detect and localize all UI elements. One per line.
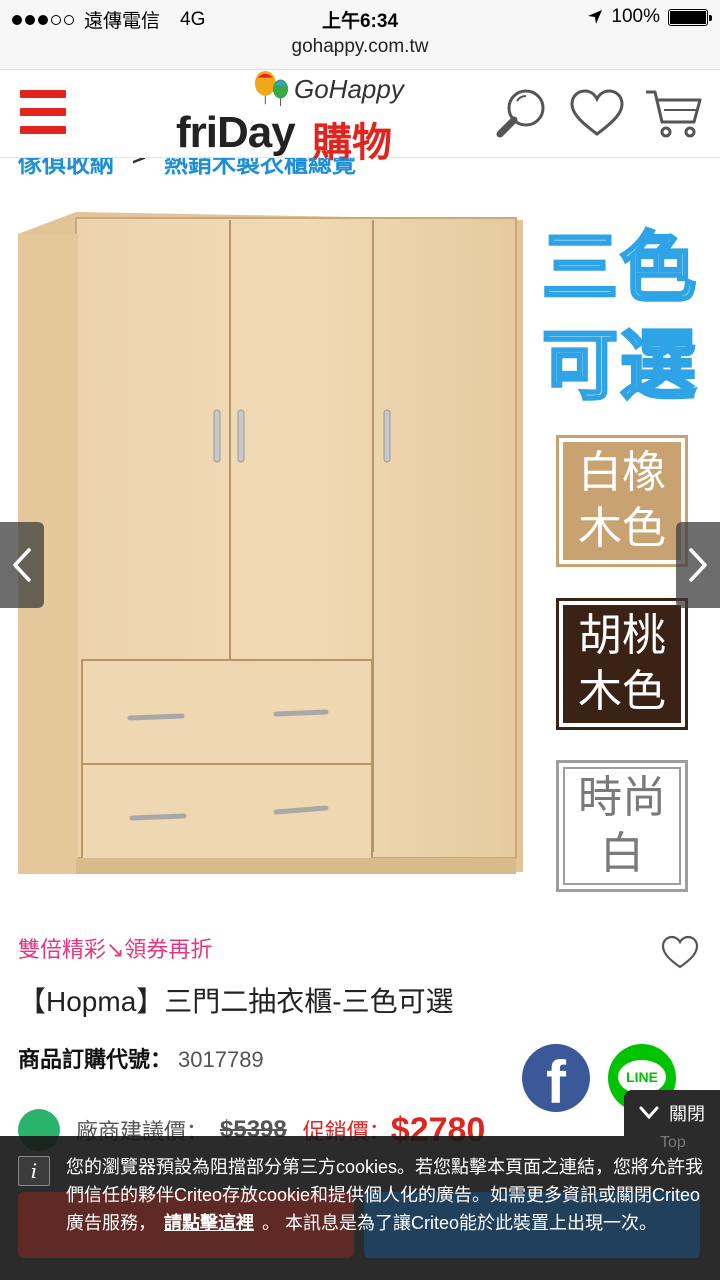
close-button[interactable]: 關閉 bbox=[624, 1090, 720, 1136]
criteo-opt-out-link[interactable]: 請點擊這裡 bbox=[164, 1213, 254, 1233]
cookie-notice-text: 您的瀏覽器預設為阻擋部分第三方cookies。若您點擊本頁面之連結，您將允許我們… bbox=[66, 1157, 704, 1233]
site-logo[interactable]: GoHappy friDay 購物 bbox=[172, 70, 412, 165]
product-image-gallery[interactable]: 三色 可選 白橡 木色 胡桃 木色 時尚 白 bbox=[0, 190, 720, 910]
logo-friday-text: friDay bbox=[176, 108, 296, 157]
status-bar: 遠傳電信 4G 上午6:34 100% gohappy.com.tw bbox=[0, 0, 720, 70]
cart-icon[interactable] bbox=[644, 86, 702, 142]
gallery-prev-button[interactable] bbox=[0, 522, 44, 608]
menu-icon[interactable] bbox=[20, 90, 66, 134]
gallery-next-button[interactable] bbox=[676, 522, 720, 608]
facebook-icon: f bbox=[546, 1049, 566, 1112]
chevron-left-icon bbox=[13, 548, 31, 582]
search-icon[interactable] bbox=[492, 86, 550, 142]
color-swatch-oak: 白橡 木色 bbox=[556, 435, 688, 567]
product-code-label: 商品訂購代號： bbox=[18, 1047, 173, 1072]
close-label: 關閉 bbox=[669, 1104, 705, 1124]
wardrobe-product-image bbox=[18, 212, 523, 874]
line-icon: LINE bbox=[618, 1060, 666, 1094]
balloon-logo-icon bbox=[254, 70, 289, 107]
favorite-heart-icon[interactable] bbox=[660, 934, 700, 970]
color-swatch-white: 時尚 白 bbox=[556, 760, 688, 892]
breadcrumb-item-wardrobes[interactable]: 熱銷木製衣櫃總覽 bbox=[164, 158, 356, 179]
breadcrumb-separator: > bbox=[132, 158, 146, 179]
promo-link[interactable]: 雙倍精彩↘領券再折 bbox=[18, 932, 212, 964]
breadcrumb: 傢俱收納 > 熱銷木製衣櫃總覽 bbox=[18, 158, 356, 180]
chevron-right-icon bbox=[689, 548, 707, 582]
battery-percent: 100% bbox=[611, 6, 660, 27]
product-code: 商品訂購代號： 3017789 bbox=[18, 1042, 264, 1074]
battery-icon bbox=[668, 8, 712, 26]
site-header: GoHappy friDay 購物 bbox=[0, 70, 720, 165]
color-swatch-walnut: 胡桃 木色 bbox=[556, 598, 688, 730]
wishlist-heart-icon[interactable] bbox=[568, 86, 626, 142]
product-title: 【Hopma】三門二抽衣櫃-三色可選 bbox=[18, 986, 454, 1017]
facebook-share-button[interactable]: f bbox=[522, 1044, 590, 1112]
address-bar-url[interactable]: gohappy.com.tw bbox=[0, 36, 720, 58]
three-colors-headline: 三色 可選 bbox=[541, 225, 698, 411]
info-icon: i bbox=[18, 1156, 50, 1186]
logo-gohappy-text: GoHappy bbox=[294, 74, 404, 104]
product-code-value: 3017789 bbox=[178, 1047, 264, 1072]
breadcrumb-item-furniture[interactable]: 傢俱收納 bbox=[18, 158, 114, 179]
back-to-top-button[interactable]: Top bbox=[660, 1134, 686, 1152]
cookie-notice: i 您的瀏覽器預設為阻擋部分第三方cookies。若您點擊本頁面之連結，您將允許… bbox=[0, 1136, 720, 1280]
location-arrow-icon bbox=[588, 10, 603, 24]
chevron-down-icon bbox=[639, 1106, 659, 1120]
